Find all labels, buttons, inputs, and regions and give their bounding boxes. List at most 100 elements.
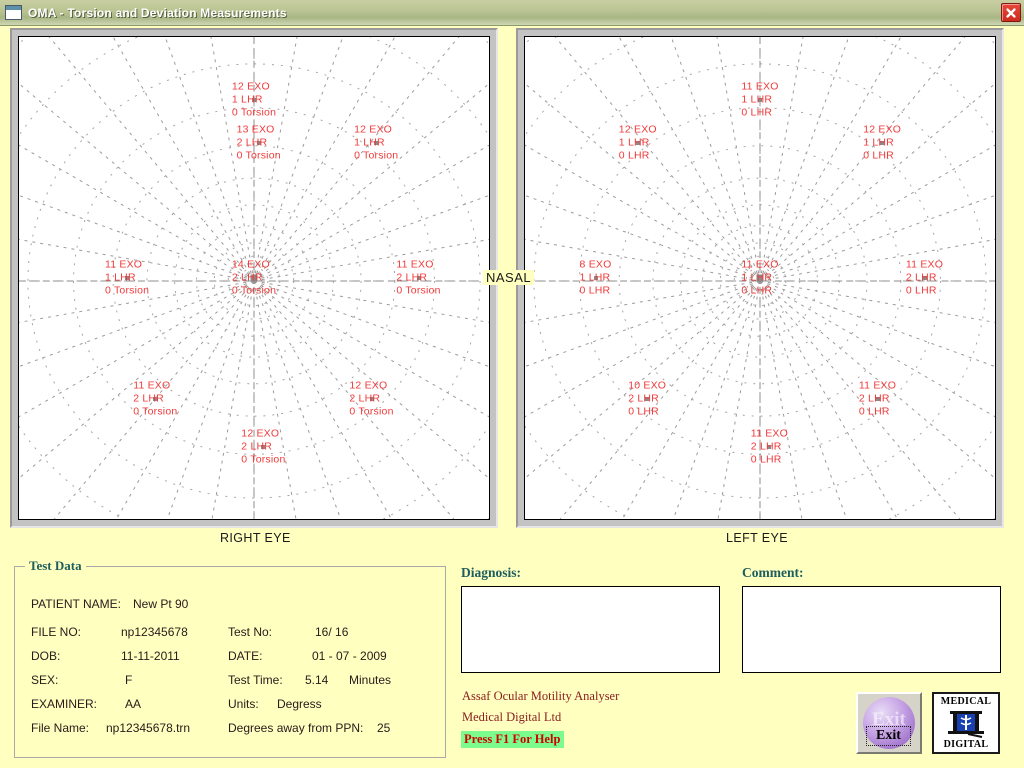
test-data-group: Test Data PATIENT NAME: New Pt 90 FILE N…	[14, 558, 446, 758]
measurement-torsion: 0 Torsion	[354, 149, 399, 162]
window-title: OMA - Torsion and Deviation Measurements	[28, 5, 287, 20]
measurement-lhr: 1 LHR	[741, 93, 773, 106]
measurement-lhr: 1 LHR	[579, 271, 611, 284]
measurement-exo: 13 EXO	[236, 123, 275, 136]
comment-input[interactable]	[743, 587, 1000, 672]
measurement-label: 12 EXO 2 LHR 0 Torsion	[241, 427, 285, 466]
right-eye-plot-area[interactable]: 13 EXO 2 LHR 0 Torsion 12 EXO 1 LHR 0 Torsion…	[18, 36, 490, 520]
measurement-lhr: 2 LHR	[133, 392, 164, 404]
measurement-label: 11 EXO 1 LHR 0 LHR	[741, 80, 778, 119]
measurement-lhr: 2 LHR	[241, 440, 273, 453]
left-eye-plot-area[interactable]: 12 EXO 1 LHR 0 LHR 11 EXO 1 LHR 0 LHR 12 EXO 1 …	[524, 36, 996, 520]
measurement-torsion: 0 Torsion	[231, 284, 277, 297]
measurement-exo: 12 EXO	[618, 123, 657, 136]
measurement-exo: 12 EXO	[349, 379, 388, 391]
measurement-lhr: 2 LHR	[396, 271, 428, 284]
file-name-label: File Name:	[31, 721, 90, 735]
close-button[interactable]	[1001, 3, 1021, 22]
measurement-exo: 8 EXO	[579, 258, 612, 271]
test-time-label: Test Time:	[228, 673, 283, 687]
measurement-torsion: 0 Torsion	[104, 284, 150, 297]
measurement-exo: 12 EXO	[231, 80, 270, 93]
diagnosis-caption: Diagnosis:	[461, 565, 522, 580]
measurement-torsion: 0 LHR	[628, 405, 659, 417]
patient-name-value: New Pt 90	[133, 597, 189, 611]
date-label: DATE:	[228, 649, 263, 663]
measurement-exo: 11 EXO	[133, 379, 171, 391]
examiner-value: AA	[125, 697, 142, 711]
help-hint: Press F1 For Help	[461, 731, 565, 748]
measurement-label: 11 EXO 2 LHR 0 LHR	[751, 427, 788, 466]
measurement-label: 11 EXO 2 LHR 0 LHR	[859, 379, 896, 418]
date-value: 01 - 07 - 2009	[312, 649, 387, 663]
measurement-label: 12 EXO 1 LHR 0 LHR	[863, 124, 901, 163]
measurement-exo: 11 EXO	[741, 80, 779, 93]
brand-company-name: Medical Digital Ltd	[462, 710, 562, 724]
measurement-lhr: 2 LHR	[628, 392, 659, 404]
comment-caption: Comment:	[742, 565, 804, 580]
measurement-exo: 14 EXO	[231, 258, 270, 271]
measurement-torsion: 0 LHR	[579, 284, 611, 297]
diagnosis-box[interactable]	[461, 586, 720, 673]
measurement-lhr: 2 LHR	[349, 392, 381, 404]
test-time-units: Minutes	[349, 673, 392, 687]
comment-box[interactable]	[742, 586, 1001, 673]
measurement-lhr: 2 LHR	[750, 440, 782, 453]
units-label: Units:	[228, 697, 259, 711]
measurement-torsion: 0 Torsion	[396, 284, 441, 297]
exit-focus-rect: Exit	[866, 726, 911, 746]
measurement-label: 11 EXO 1 LHR 0 LHR	[741, 259, 778, 298]
measurement-torsion: 0 LHR	[741, 106, 773, 119]
right-eye-caption: RIGHT EYE	[220, 531, 291, 545]
exit-button[interactable]: Exit Exit	[856, 692, 922, 754]
dob-label: DOB:	[31, 649, 61, 663]
measurement-exo: 11 EXO	[741, 258, 779, 271]
left-eye-caption: LEFT EYE	[726, 531, 789, 545]
test-no-label: Test No:	[228, 625, 273, 639]
measurement-lhr: 2 LHR	[905, 271, 937, 284]
measurement-label: 12 EXO 2 LHR 0 Torsion	[349, 379, 393, 418]
measurement-exo: 11 EXO	[104, 258, 143, 271]
measurement-lhr: 2 LHR	[231, 271, 263, 284]
patient-name-label: PATIENT NAME:	[31, 597, 122, 611]
measurement-lhr: 2 LHR	[236, 136, 268, 149]
measurement-torsion: 0 LHR	[863, 149, 894, 162]
examiner-label: EXAMINER:	[31, 697, 98, 711]
units-value: Degress	[277, 697, 322, 711]
medical-digital-logo: MEDICAL DIGITAL	[932, 692, 1000, 754]
test-time-value: 5.14	[305, 673, 329, 687]
measurement-label: 12 EXO 1 LHR 0 Torsion	[232, 80, 276, 119]
logo-bottom-word: DIGITAL	[943, 739, 989, 750]
sex-label: SEX:	[31, 673, 59, 687]
file-no-label: FILE NO:	[31, 625, 82, 639]
sex-value: F	[125, 673, 133, 687]
measurement-lhr: 1 LHR	[863, 136, 894, 149]
measurement-label: 14 EXO 2 LHR 0 Torsion	[232, 259, 276, 298]
measurement-lhr: 1 LHR	[354, 136, 385, 149]
test-data-legend: Test Data	[25, 558, 86, 574]
file-name-value: np12345678.trn	[106, 721, 191, 735]
nasal-axis-label: NASAL	[483, 270, 535, 285]
measurement-label: 13 EXO 2 LHR 0 Torsion	[237, 124, 281, 163]
diagnosis-input[interactable]	[462, 587, 719, 672]
window-titlebar: OMA - Torsion and Deviation Measurements	[0, 0, 1024, 26]
test-no-value: 16/ 16	[315, 625, 349, 639]
measurement-torsion: 0 Torsion	[236, 149, 281, 162]
measurement-lhr: 1 LHR	[618, 136, 650, 149]
left-eye-chart-panel: 12 EXO 1 LHR 0 LHR 11 EXO 1 LHR 0 LHR 12 EXO 1 …	[516, 28, 1004, 528]
ppn-value: 25	[377, 721, 391, 735]
dob-value: 11-11-2011	[121, 649, 180, 663]
measurement-exo: 11 EXO	[396, 258, 434, 271]
file-no-value: np12345678	[121, 625, 188, 639]
measurement-lhr: 2 LHR	[858, 392, 890, 404]
measurement-label: 12 EXO 1 LHR 0 Torsion	[354, 124, 398, 163]
measurement-lhr: 1 LHR	[741, 271, 773, 284]
measurement-exo: 12 EXO	[354, 123, 393, 136]
measurement-label: 11 EXO 1 LHR 0 Torsion	[105, 259, 149, 298]
measurement-torsion: 0 Torsion	[349, 405, 394, 417]
measurement-torsion: 0 LHR	[905, 284, 937, 297]
measurement-label: 8 EXO 1 LHR 0 LHR	[580, 259, 612, 298]
brand-product-name: Assaf Ocular Motility Analyser	[462, 689, 620, 703]
window-icon	[5, 5, 22, 20]
exit-button-label: Exit	[876, 728, 901, 743]
